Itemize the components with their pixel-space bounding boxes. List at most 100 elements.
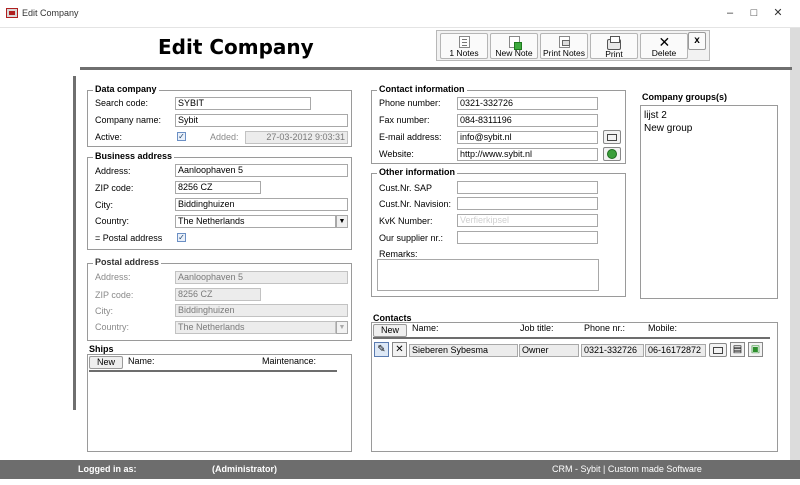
- business-zip-field[interactable]: 8256 CZ: [175, 181, 261, 194]
- globe-icon: [607, 149, 617, 159]
- dropdown-arrow-icon: ▼: [338, 324, 346, 331]
- website-label: Website:: [379, 149, 414, 159]
- new-contact-button[interactable]: New: [373, 324, 407, 337]
- page-title: Edit Company: [158, 35, 314, 59]
- header-divider: [80, 67, 792, 70]
- new-note-label: New Note: [495, 48, 533, 58]
- company-group-item[interactable]: lijst 2: [644, 110, 667, 121]
- company-name-label: Company name:: [95, 115, 162, 125]
- maximize-button[interactable]: □: [742, 4, 766, 22]
- active-checkbox[interactable]: ✓: [177, 132, 186, 141]
- contact-info-label: Contact information: [377, 84, 467, 94]
- send-mail-icon: [713, 347, 723, 354]
- status-bar: Logged in as: (Administrator) CRM - Sybi…: [0, 460, 800, 479]
- search-code-field[interactable]: SYBIT: [175, 97, 311, 110]
- business-city-label: City:: [95, 200, 113, 210]
- ships-col-name: Name:: [128, 356, 155, 366]
- search-code-label: Search code:: [95, 98, 149, 108]
- window-right-edge: [790, 28, 800, 460]
- contact-job-field[interactable]: Owner: [519, 344, 579, 357]
- fax-field[interactable]: 084-8311196: [457, 114, 598, 127]
- remarks-field[interactable]: [377, 259, 599, 291]
- close-form-button[interactable]: x: [688, 32, 706, 50]
- website-field[interactable]: http://www.sybit.nl: [457, 148, 598, 161]
- edit-contact-button[interactable]: ✎: [374, 342, 389, 357]
- toolbar: 1 Notes New Note Print Notes Print ✕ Del…: [436, 30, 710, 61]
- note-icon: ▤: [732, 344, 743, 355]
- postal-country-dropdown-button: ▼: [336, 321, 348, 334]
- new-note-icon: [508, 36, 522, 50]
- company-name-field[interactable]: Sybit: [175, 114, 348, 127]
- business-country-dropdown-button[interactable]: ▼: [336, 215, 348, 228]
- delete-button[interactable]: ✕ Delete: [640, 33, 688, 59]
- postal-city-field: Biddinghuizen: [175, 304, 348, 317]
- postal-same-label: = Postal address: [95, 233, 163, 243]
- contact-mobile-field[interactable]: 06-16172872: [645, 344, 706, 357]
- custnr-sap-field[interactable]: [457, 181, 598, 194]
- send-email-button[interactable]: [603, 130, 621, 144]
- added-field: 27-03-2012 9:03:31: [245, 131, 348, 144]
- notes-button[interactable]: 1 Notes: [440, 33, 488, 59]
- left-accent-bar: [73, 76, 76, 410]
- business-country-label: Country:: [95, 216, 130, 226]
- open-website-button[interactable]: [603, 147, 621, 161]
- supplier-nr-field[interactable]: [457, 231, 598, 244]
- contact-add-note-button[interactable]: ▣: [748, 342, 763, 357]
- remove-contact-button[interactable]: ✕: [392, 342, 407, 357]
- custnr-sap-label: Cust.Nr. SAP: [379, 183, 433, 193]
- kvk-field[interactable]: Verfierkipsel: [457, 214, 598, 227]
- phone-label: Phone number:: [379, 98, 441, 108]
- company-groups-list[interactable]: [640, 105, 778, 299]
- notes-label: 1 Notes: [449, 48, 479, 58]
- checkmark-icon: ✓: [178, 233, 185, 242]
- print-notes-button[interactable]: Print Notes: [540, 33, 588, 59]
- contact-note-button[interactable]: ▤: [730, 342, 745, 357]
- postal-address-label: Postal address: [93, 257, 162, 267]
- dropdown-arrow-icon: ▼: [338, 218, 346, 225]
- window-titlebar: Edit Company – □ ✕: [0, 0, 800, 28]
- email-field[interactable]: info@sybit.nl: [457, 131, 598, 144]
- close-window-button[interactable]: ✕: [766, 4, 790, 22]
- add-note-icon: ▣: [750, 344, 761, 355]
- company-groups-label: Company groups(s): [642, 92, 728, 102]
- new-ship-button[interactable]: New: [89, 356, 123, 369]
- print-button[interactable]: Print: [590, 33, 638, 59]
- postal-same-checkbox[interactable]: ✓: [177, 233, 186, 242]
- phone-field[interactable]: 0321-332726: [457, 97, 598, 110]
- print-label: Print: [605, 49, 623, 59]
- postal-zip-field: 8256 CZ: [175, 288, 261, 301]
- contact-send-mail-button[interactable]: [709, 343, 727, 357]
- remarks-label: Remarks:: [379, 249, 418, 259]
- minimize-button[interactable]: –: [718, 4, 742, 22]
- active-label: Active:: [95, 132, 123, 142]
- logged-in-user: (Administrator): [212, 464, 277, 474]
- contacts-col-phone: Phone nr.:: [584, 323, 626, 333]
- business-address-street-field[interactable]: Aanloophaven 5: [175, 164, 348, 177]
- company-group-item[interactable]: New group: [644, 123, 692, 134]
- business-city-field[interactable]: Biddinghuizen: [175, 198, 348, 211]
- kvk-label: KvK Number:: [379, 216, 433, 226]
- ships-header-divider: [89, 370, 337, 372]
- notes-icon: [458, 36, 470, 48]
- contacts-col-job: Job title:: [520, 323, 554, 333]
- ships-col-maintenance: Maintenance:: [262, 356, 317, 366]
- table-row: ✎ ✕ Sieberen Sybesma Owner 0321-332726 0…: [373, 342, 773, 359]
- window-title: Edit Company: [22, 8, 79, 18]
- print-notes-label: Print Notes: [542, 48, 586, 58]
- supplier-nr-label: Our supplier nr.:: [379, 233, 444, 243]
- custnr-navision-field[interactable]: [457, 197, 598, 210]
- app-credit: CRM - Sybit | Custom made Software: [552, 464, 702, 474]
- print-icon: [607, 36, 621, 50]
- contact-phone-field[interactable]: 0321-332726: [581, 344, 644, 357]
- postal-street-label: Address:: [95, 272, 131, 282]
- postal-street-field: Aanloophaven 5: [175, 271, 348, 284]
- business-address-label: Business address: [93, 151, 175, 161]
- business-country-select[interactable]: The Netherlands: [175, 215, 336, 228]
- edit-icon: ✎: [377, 344, 386, 355]
- business-address-street-label: Address:: [95, 166, 131, 176]
- delete-icon: ✕: [658, 34, 671, 50]
- other-info-label: Other information: [377, 167, 457, 177]
- contact-name-field[interactable]: Sieberen Sybesma: [409, 344, 518, 357]
- logged-in-label: Logged in as:: [78, 464, 137, 474]
- new-note-button[interactable]: New Note: [490, 33, 538, 59]
